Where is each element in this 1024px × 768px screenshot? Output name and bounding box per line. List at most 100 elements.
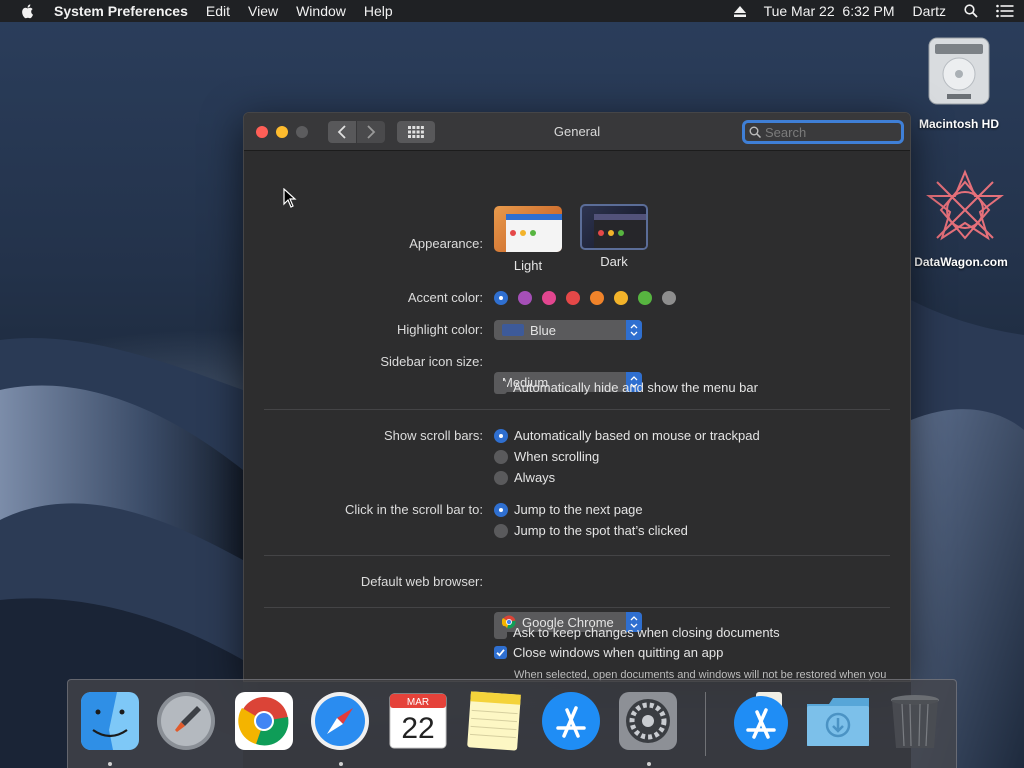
accent-swatch-graphite[interactable] <box>662 291 676 305</box>
radio-label: Jump to the next page <box>514 502 643 517</box>
running-indicator-finder <box>108 762 112 766</box>
accent-swatch-red[interactable] <box>566 291 580 305</box>
dock-item-downloads[interactable] <box>805 690 869 752</box>
search-input[interactable] <box>765 124 885 140</box>
notes-icon <box>467 691 521 751</box>
show-all-button[interactable] <box>397 120 435 143</box>
menu-clock[interactable]: Tue Mar 22 6:32 PM <box>764 3 895 19</box>
calendar-icon: MAR 22 <box>389 693 447 749</box>
chevron-right-icon <box>367 124 376 139</box>
dock-item-safari[interactable] <box>309 690 371 752</box>
checkbox-box[interactable] <box>494 381 507 394</box>
back-button[interactable] <box>328 120 356 143</box>
zoom-window-button[interactable] <box>296 125 308 138</box>
close-windows-checkbox[interactable]: Close windows when quitting an app <box>494 645 723 660</box>
accent-swatch-purple[interactable] <box>518 291 532 305</box>
sidebar-icon-size-label: Sidebar icon size: <box>380 354 483 369</box>
appearance-label: Appearance: <box>409 236 483 251</box>
appearance-option-dark[interactable]: Dark <box>580 204 648 269</box>
search-icon <box>749 126 761 138</box>
navigation-buttons <box>328 120 385 143</box>
appearance-option-label: Light <box>513 258 543 273</box>
finder-icon <box>81 692 139 750</box>
checkmark-icon <box>496 649 505 657</box>
calendar-month: MAR <box>407 697 429 708</box>
menu-view[interactable]: View <box>248 3 278 19</box>
accent-swatch-pink[interactable] <box>542 291 556 305</box>
appearance-option-light[interactable]: Light <box>494 206 562 273</box>
radio-button[interactable] <box>494 449 508 464</box>
ask-keep-changes-checkbox[interactable]: Ask to keep changes when closing documen… <box>494 625 780 640</box>
calendar-day: 22 <box>401 712 434 745</box>
trash-icon <box>891 695 939 748</box>
search-field[interactable] <box>742 120 904 144</box>
forward-button[interactable] <box>357 120 385 143</box>
menu-user[interactable]: Dartz <box>913 3 946 19</box>
dock-item-calendar[interactable]: MAR 22 <box>387 690 449 752</box>
radio-button[interactable] <box>494 470 508 485</box>
checkbox-label: Ask to keep changes when closing documen… <box>513 625 780 640</box>
minimize-window-button[interactable] <box>276 125 288 138</box>
radio-button[interactable] <box>494 502 508 517</box>
accent-swatch-yellow[interactable] <box>614 291 628 305</box>
dock-item-system-preferences[interactable] <box>617 690 679 752</box>
radio-jump-to-spot[interactable]: Jump to the spot that’s clicked <box>494 523 688 538</box>
checkbox-box[interactable] <box>494 646 507 659</box>
section-divider <box>264 409 890 410</box>
desktop-icon-label: Macintosh HD <box>918 117 999 131</box>
datawagon-logo-icon <box>926 169 1004 241</box>
radio-button[interactable] <box>494 428 508 443</box>
grid-icon <box>408 125 424 138</box>
radio-scroll-when-scrolling[interactable]: When scrolling <box>494 449 760 464</box>
window-titlebar[interactable]: General <box>244 113 910 151</box>
chrome-icon <box>235 692 293 750</box>
show-scroll-bars-label: Show scroll bars: <box>384 428 483 443</box>
dock-item-notes[interactable] <box>463 690 525 752</box>
dock-item-trash[interactable] <box>884 690 946 752</box>
spotlight-search-icon[interactable] <box>964 4 978 18</box>
auto-hide-menu-bar-checkbox[interactable]: Automatically hide and show the menu bar <box>494 380 758 395</box>
dock-item-app-store[interactable] <box>540 690 602 752</box>
app-store-icon <box>734 692 788 750</box>
light-appearance-thumbnail <box>494 206 562 252</box>
checkbox-box[interactable] <box>494 626 507 639</box>
accent-color-label: Accent color: <box>407 290 483 305</box>
dock-separator <box>705 692 706 756</box>
downloads-folder-icon <box>807 698 869 746</box>
close-window-button[interactable] <box>256 125 268 138</box>
eject-icon[interactable] <box>733 5 746 17</box>
menu-app-name[interactable]: System Preferences <box>54 3 188 19</box>
appearance-option-label: Dark <box>600 254 628 269</box>
dark-appearance-thumbnail <box>580 204 648 250</box>
system-preferences-icon <box>619 692 677 750</box>
dock-item-finder[interactable] <box>79 690 141 752</box>
radio-scroll-always[interactable]: Always <box>494 470 760 485</box>
running-indicator-safari <box>339 762 343 766</box>
menu-edit[interactable]: Edit <box>206 3 230 19</box>
mouse-cursor-icon <box>283 188 297 208</box>
menu-window[interactable]: Window <box>296 3 346 19</box>
dock-item-chrome[interactable] <box>233 690 295 752</box>
menu-help[interactable]: Help <box>364 3 393 19</box>
safari-icon <box>311 692 369 750</box>
radio-scroll-auto[interactable]: Automatically based on mouse or trackpad <box>494 428 760 443</box>
desktop-icon-label: DataWagon.com <box>914 255 1008 269</box>
dock-item-launchpad[interactable] <box>155 690 217 752</box>
radio-label: Always <box>514 470 556 485</box>
highlight-color-popup[interactable]: Blue <box>494 320 642 340</box>
highlight-color-label: Highlight color: <box>397 322 483 337</box>
desktop-icon-macintosh-hd[interactable]: Macintosh HD <box>913 34 1005 131</box>
accent-swatch-orange[interactable] <box>590 291 604 305</box>
radio-jump-next-page[interactable]: Jump to the next page <box>494 502 688 517</box>
accent-swatch-blue[interactable] <box>494 291 508 305</box>
desktop-icon-datawagon[interactable]: DataWagon.com <box>905 168 1017 269</box>
menu-bar: System Preferences Edit View Window Help… <box>0 0 1024 22</box>
radio-button[interactable] <box>494 523 508 538</box>
apple-menu-icon[interactable] <box>20 3 36 19</box>
section-divider <box>264 555 890 556</box>
notification-center-icon[interactable] <box>996 4 1014 18</box>
dock-item-app-store-downloads[interactable] <box>730 690 792 752</box>
accent-swatch-green[interactable] <box>638 291 652 305</box>
accent-color-swatches <box>494 291 676 305</box>
radio-label: Jump to the spot that’s clicked <box>514 523 688 538</box>
